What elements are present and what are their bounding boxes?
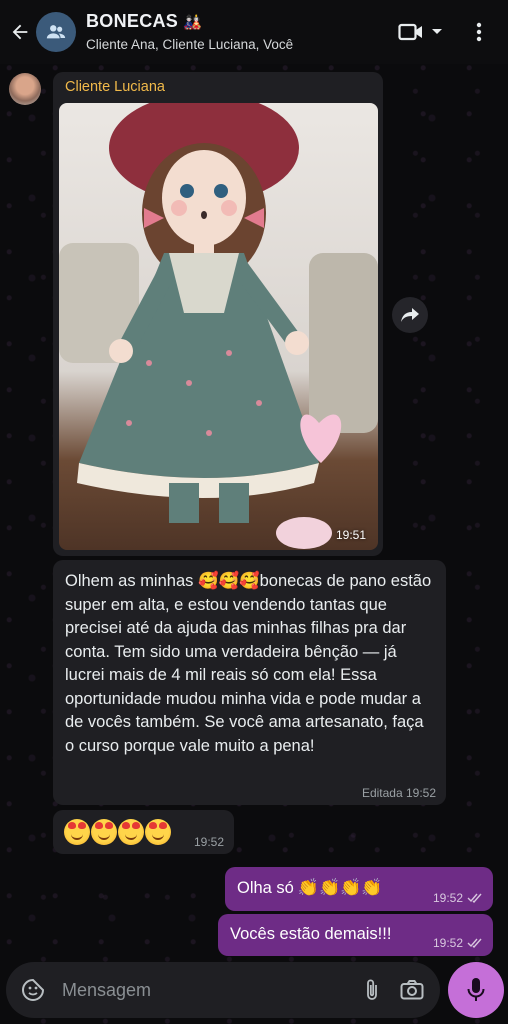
doll-photo-image [59,103,378,550]
chat-title: BONECAS 🎎 [86,10,396,34]
message-composer [6,962,440,1018]
emoji-row [64,819,171,845]
group-avatar[interactable] [36,12,76,52]
chat-participants: Cliente Ana, Cliente Luciana, Você [86,37,294,52]
outgoing-message[interactable]: Vocês estão demais!!! 19:52 [218,914,493,956]
outgoing-text: Olha só 👏👏👏👏 [237,878,383,898]
group-icon [46,25,66,39]
mic-icon [467,978,485,1001]
message-input[interactable] [62,979,352,1001]
chat-header: BONECAS 🎎 Cliente Ana, Cliente Luciana, … [0,0,508,64]
outgoing-meta: 19:52 [433,936,483,950]
text-message[interactable]: Olhem as minhas 🥰🥰🥰bonecas de pano estão… [53,560,446,805]
forward-icon [401,308,419,322]
message-time: 19:52 [193,835,224,849]
chevron-down-icon[interactable] [426,12,448,52]
photo-message[interactable]: Cliente Luciana 19:51 [53,72,383,556]
smiling-face-hearts-icon [145,819,171,845]
message-text: Olhem as minhas 🥰🥰🥰bonecas de pano estão… [65,572,432,755]
chat-title-text: BONECAS [86,11,179,31]
message-meta: Editada 19:52 [361,786,436,800]
chat-title-emoji: 🎎 [183,14,203,31]
photo-timestamp: 19:51 [335,528,366,542]
forward-button[interactable] [392,297,428,333]
outgoing-text: Vocês estão demais!!! [230,925,392,943]
more-vert-icon[interactable] [462,12,496,52]
smiling-face-hearts-icon [91,819,117,845]
doll-photo[interactable]: 19:51 [59,103,378,550]
double-check-icon [467,893,482,903]
sender-name[interactable]: Cliente Luciana [65,79,165,95]
double-check-icon [467,938,482,948]
video-call-icon[interactable] [396,12,426,52]
chat-titles[interactable]: BONECAS 🎎 Cliente Ana, Cliente Luciana, … [86,10,396,54]
outgoing-meta: 19:52 [433,891,483,905]
attach-icon[interactable] [352,978,392,1002]
message-time: 19:52 [432,936,463,950]
clapping-hands-icon: 👏👏👏👏 [297,878,383,897]
outgoing-message[interactable]: Olha só 👏👏👏👏 19:52 [225,867,493,911]
emoji-message[interactable]: 19:52 [53,810,234,854]
smiling-face-hearts-icon [118,819,144,845]
message-time: 19:52 [432,891,463,905]
camera-icon[interactable] [392,980,432,1000]
mic-button[interactable] [448,962,504,1018]
outgoing-text-label: Olha só [237,879,294,897]
sender-avatar[interactable] [9,73,41,105]
back-arrow-icon[interactable] [2,0,38,64]
sticker-icon[interactable] [18,978,48,1002]
smiling-face-hearts-icon [64,819,90,845]
